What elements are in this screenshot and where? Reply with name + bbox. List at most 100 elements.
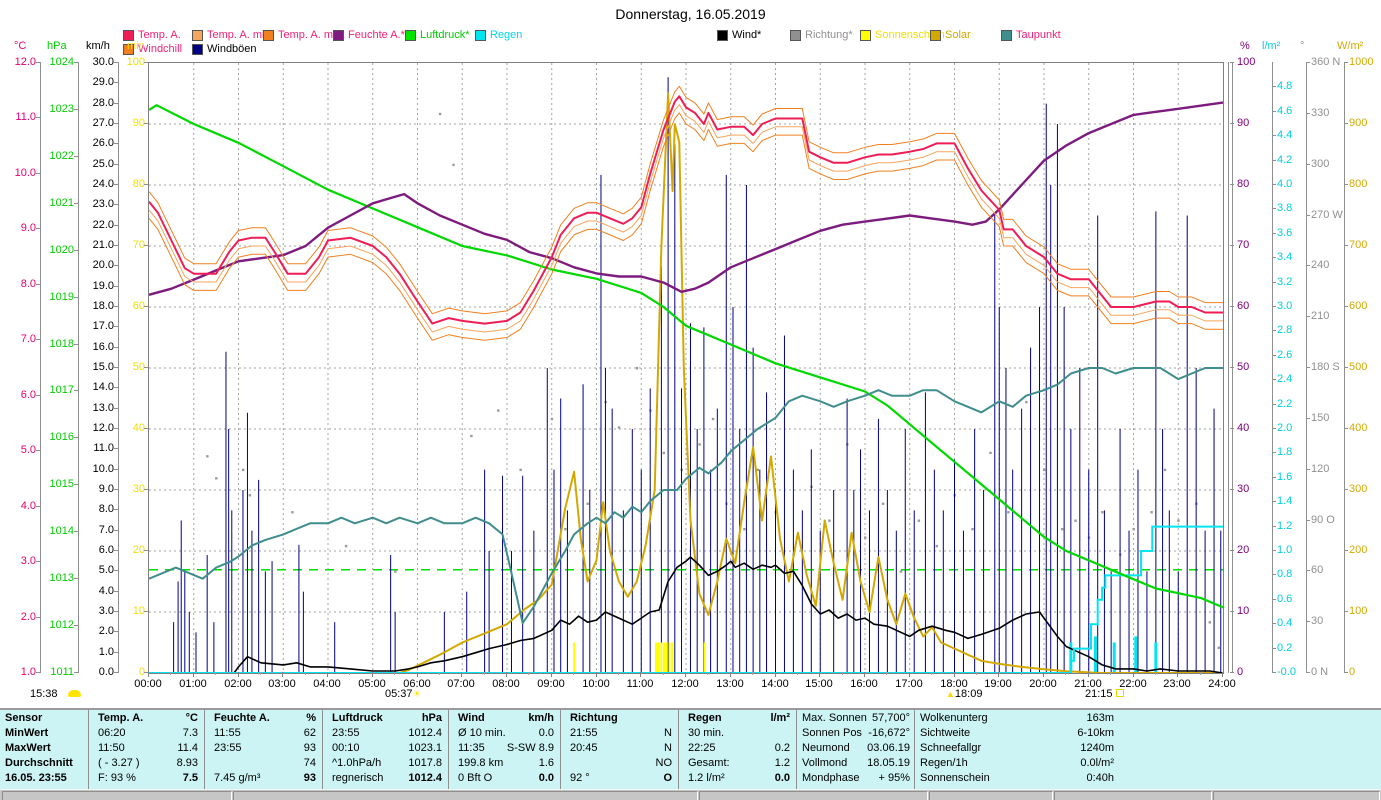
- x-axis-minor-tick: [528, 672, 529, 675]
- table-column-separator: [88, 710, 89, 789]
- x-axis-label: 15:00: [805, 678, 833, 690]
- x-axis-label: 23:00: [1163, 678, 1191, 690]
- axis-tick-temp: [36, 284, 40, 285]
- axis-tick-label-direction: 60: [1311, 564, 1324, 576]
- axis-line-humidity: [1228, 62, 1229, 673]
- axis-tick-wind: [114, 367, 118, 368]
- axis-tick-rain: [1272, 648, 1276, 649]
- axis-tick-direction: [1306, 672, 1310, 673]
- series-richtung-dot: [206, 455, 209, 458]
- series-richtung-dot: [864, 536, 867, 539]
- axis-tick-label-rain: 0.2: [1277, 642, 1293, 654]
- axis-tick-wind: [114, 652, 118, 653]
- axis-tick-label-rain: 4.6: [1277, 105, 1293, 117]
- axis-tick-pressure: [74, 109, 78, 110]
- axis-tick-label-solar: 500: [1349, 361, 1368, 373]
- axis-tick-label-wind: 23.0: [92, 198, 114, 210]
- axis-tick-label-wind: 27.0: [92, 117, 114, 129]
- axis-tick-sunshine: [144, 62, 148, 63]
- legend-swatch-sonnenschein: [860, 30, 871, 41]
- x-axis-minor-tick: [842, 672, 843, 675]
- axis-tick-humidity: [1230, 123, 1234, 124]
- axis-tick-label-rain: 1.2: [1277, 520, 1293, 532]
- axis-tick-label-solar: 400: [1349, 422, 1368, 434]
- x-axis-minor-tick: [618, 672, 619, 675]
- x-axis-label: 09:00: [537, 678, 565, 690]
- series-richtung-dot: [617, 426, 621, 429]
- table-cell-value: S-SW 8.9: [506, 742, 554, 754]
- table-cell-value: -16,672°: [868, 727, 910, 739]
- axis-tick-label-rain: 4.2: [1277, 154, 1293, 166]
- legend-swatch-temp-a-min: [192, 30, 203, 41]
- x-axis-minor-tick: [573, 672, 574, 675]
- x-axis-label: 19:00: [984, 678, 1012, 690]
- axis-tick-label-pressure: 1020: [49, 244, 74, 256]
- axis-tick-label-wind: 9.0: [98, 483, 114, 495]
- series-richtung-dot: [394, 570, 397, 573]
- axis-tick-pressure: [74, 484, 78, 485]
- table-column-separator: [204, 710, 205, 789]
- axis-tick-sunshine: [144, 123, 148, 124]
- axis-tick-label-solar: 200: [1349, 544, 1368, 556]
- axis-tick-wind: [114, 265, 118, 266]
- table-column-separator: [448, 710, 449, 789]
- x-axis-minor-tick: [1021, 672, 1022, 675]
- axis-tick-label-solar: 1000: [1349, 56, 1374, 68]
- series-richtung-dot: [519, 468, 522, 472]
- axis-tick-label-temp: 4.0: [20, 500, 36, 512]
- x-axis-label: 20:00: [1029, 678, 1057, 690]
- axis-tick-label-pressure: 1015: [49, 478, 74, 490]
- axis-tick-wind: [114, 123, 118, 124]
- sun-cloud-icon: [68, 690, 81, 697]
- axis-tick-humidity: [1230, 428, 1234, 429]
- series-richtung-dot: [1163, 468, 1167, 472]
- series-richtung-dot: [241, 468, 245, 472]
- series-luftdruck: [148, 104, 1224, 609]
- x-axis-tick: [685, 672, 686, 677]
- table-cell-value: 11.4: [177, 742, 198, 754]
- axis-tick-wind: [114, 489, 118, 490]
- axis-tick-direction: [1306, 570, 1310, 571]
- axis-tick-humidity: [1230, 611, 1234, 612]
- axis-tick-label-rain: 2.0: [1277, 422, 1293, 434]
- table-col-unit: %: [306, 712, 316, 724]
- series-richtung-dot: [438, 112, 442, 116]
- axis-tick-label-direction: 0 N: [1311, 666, 1329, 678]
- axis-tick-solar: [1344, 245, 1348, 246]
- series-richtung-dot: [344, 544, 348, 548]
- axis-tick-rain: [1272, 379, 1276, 380]
- axis-tick-wind: [114, 570, 118, 571]
- table-cell-value: 0.0l/m²: [1080, 757, 1114, 769]
- table-cell-value: 6-10km: [1077, 727, 1114, 739]
- axis-tick-label-pressure: 1014: [49, 525, 74, 537]
- axis-tick-wind: [114, 204, 118, 205]
- axis-tick-label-rain: 3.4: [1277, 251, 1293, 263]
- axis-tick-label-sunshine: 100: [126, 56, 145, 68]
- axis-tick-label-rain: 2.2: [1277, 398, 1293, 410]
- series-richtung-dot: [1177, 519, 1180, 522]
- table-col-unit: l/m²: [770, 712, 790, 724]
- x-axis-tick: [864, 672, 865, 677]
- axis-tick-solar: [1344, 489, 1348, 490]
- axis-tick-humidity: [1230, 306, 1234, 307]
- axis-tick-label-humidity: 30: [1237, 483, 1250, 495]
- axis-tick-rain: [1272, 111, 1276, 112]
- legend-swatch-windb-en: [192, 44, 203, 55]
- axis-tick-pressure: [74, 203, 78, 204]
- axis-tick-label-wind: 19.0: [92, 280, 114, 292]
- axis-tick-label-wind: 13.0: [92, 402, 114, 414]
- table-cell-value: 0.0: [774, 772, 790, 784]
- axis-tick-solar: [1344, 123, 1348, 124]
- x-axis-tick: [282, 672, 283, 677]
- series-richtung-dot: [215, 477, 218, 480]
- sun-marker: ▲18:09: [946, 688, 982, 700]
- table-cell-value: 93: [303, 742, 316, 754]
- axis-tick-label-rain: 3.6: [1277, 227, 1293, 239]
- axis-header-wind: km/h: [86, 40, 110, 52]
- axis-tick-pressure: [74, 297, 78, 298]
- axis-tick-wind: [114, 408, 118, 409]
- x-axis-minor-tick: [752, 672, 753, 675]
- sun-marker-time: 21:15: [1085, 688, 1113, 700]
- axis-tick-label-rain: 3.2: [1277, 276, 1293, 288]
- series-richtung-dot: [1043, 468, 1046, 472]
